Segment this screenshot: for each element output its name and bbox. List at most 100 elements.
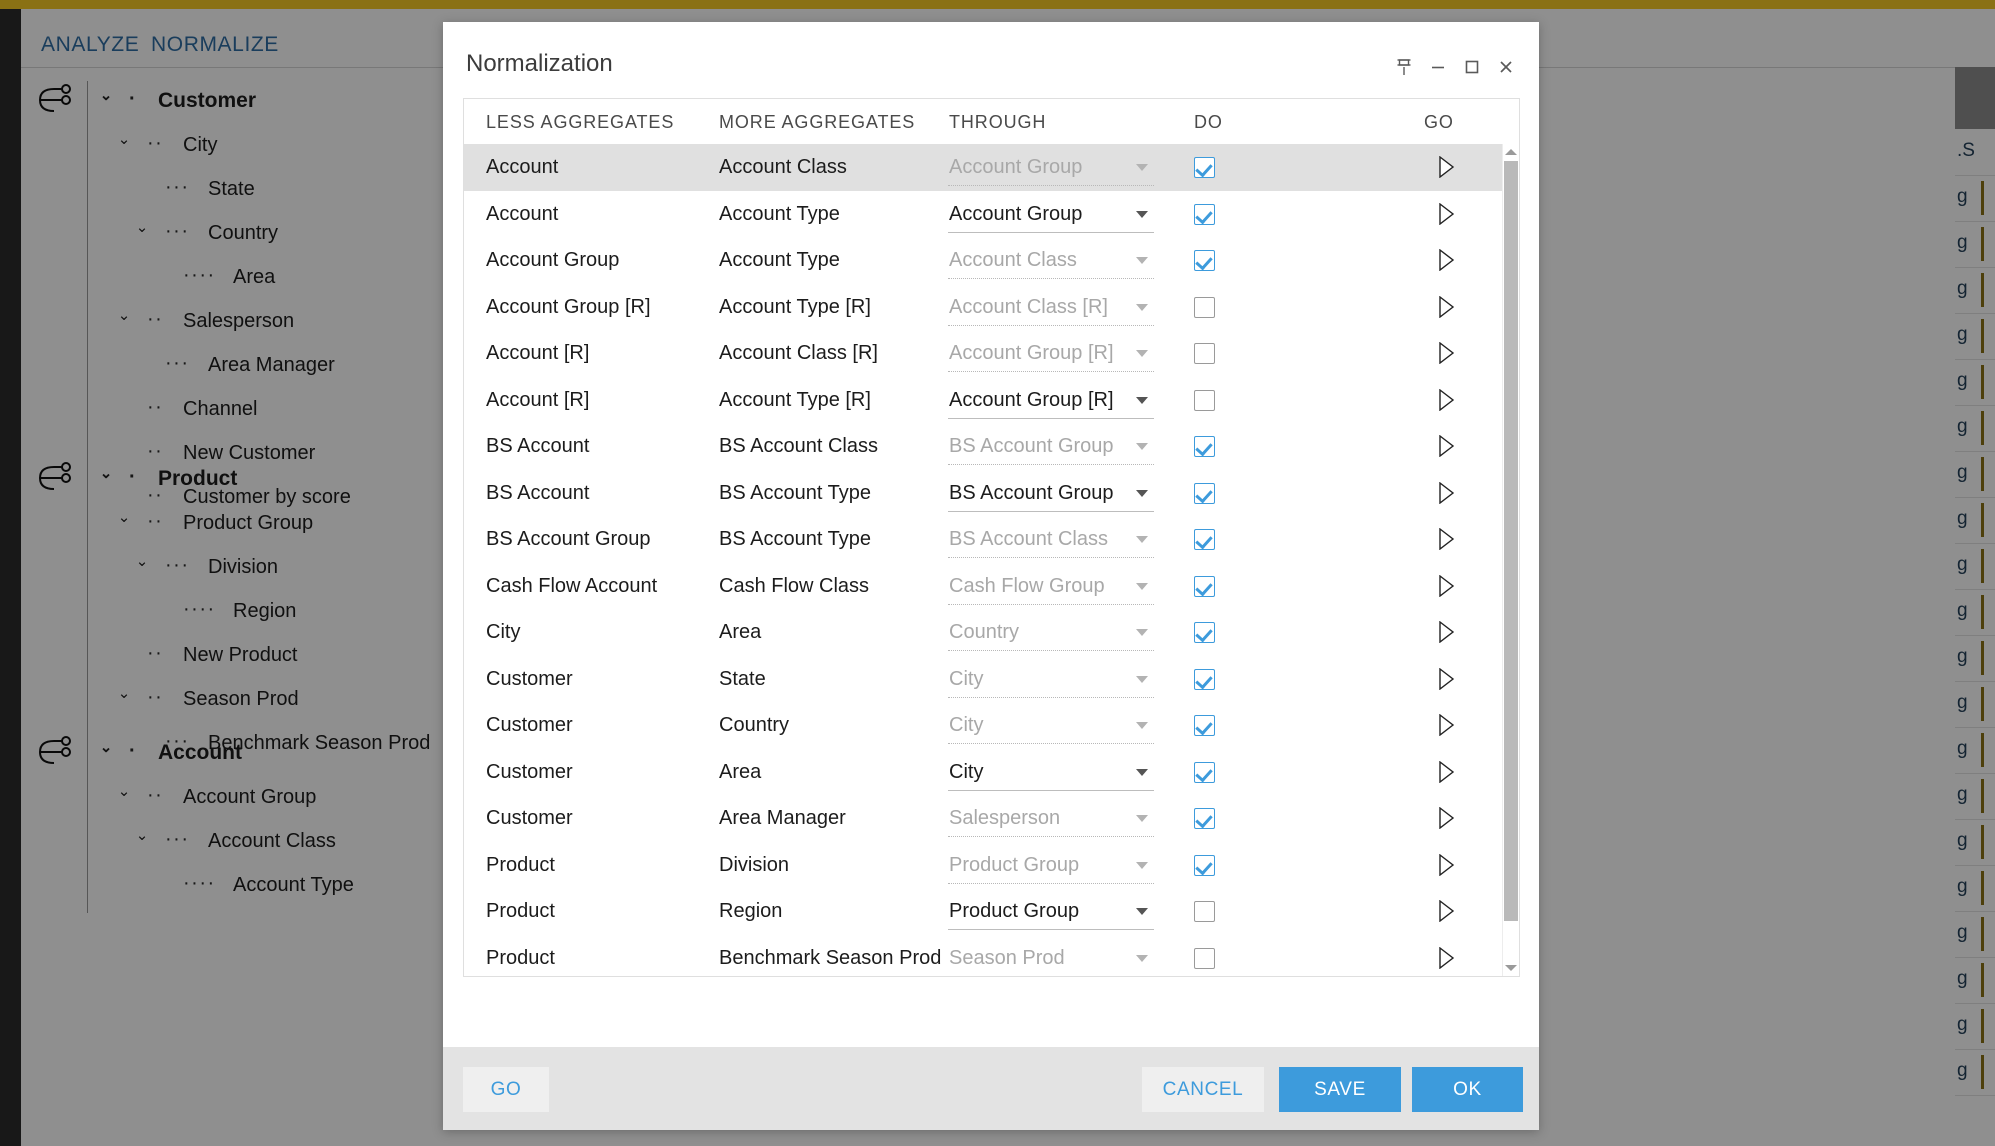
cell-more-aggregates: Area xyxy=(719,621,762,643)
do-checkbox[interactable] xyxy=(1194,575,1215,597)
do-checkbox[interactable] xyxy=(1194,436,1215,457)
play-triangle-icon[interactable] xyxy=(1424,435,1455,457)
table-row[interactable]: BS Account BS Account Type BS Account Grou… xyxy=(464,470,1503,517)
do-checkbox[interactable] xyxy=(1194,389,1215,411)
through-dropdown[interactable]: City xyxy=(948,711,1154,744)
scrollbar-thumb[interactable] xyxy=(1504,161,1518,921)
play-triangle-icon[interactable] xyxy=(1424,202,1455,225)
play-triangle-icon[interactable] xyxy=(1424,249,1455,271)
table-scrollbar[interactable] xyxy=(1502,144,1519,976)
play-triangle-icon[interactable] xyxy=(1424,156,1455,178)
do-checkbox[interactable] xyxy=(1194,157,1215,178)
through-dropdown-underline xyxy=(948,975,1154,976)
through-dropdown[interactable]: Account Group xyxy=(948,153,1154,186)
through-dropdown[interactable]: Account Class xyxy=(948,246,1154,279)
scroll-down-button[interactable] xyxy=(1503,960,1519,976)
do-checkbox[interactable] xyxy=(1194,808,1215,829)
scroll-up-button[interactable] xyxy=(1503,144,1519,160)
do-checkbox[interactable] xyxy=(1194,622,1215,643)
table-row[interactable]: Product Benchmark Season Prod Season Prod xyxy=(464,935,1503,976)
through-dropdown[interactable]: BS Account Group xyxy=(948,479,1154,512)
table-row[interactable]: Account Account Class Account Group xyxy=(464,144,1503,191)
save-button[interactable]: SAVE xyxy=(1279,1067,1401,1112)
table-row[interactable]: Account [R] Account Class [R] Account Grou… xyxy=(464,330,1503,377)
cell-more-aggregates: Account Type [R] xyxy=(719,388,871,411)
through-dropdown-value: Account Group [R] xyxy=(949,388,1114,411)
play-triangle-icon[interactable] xyxy=(1424,388,1455,411)
do-checkbox[interactable] xyxy=(1194,761,1215,783)
cell-less-aggregates: Product xyxy=(486,853,555,876)
close-icon[interactable] xyxy=(1489,52,1523,82)
do-checkbox[interactable] xyxy=(1194,250,1215,271)
play-triangle-icon[interactable] xyxy=(1424,760,1455,783)
play-triangle-icon[interactable] xyxy=(1424,853,1455,876)
play-triangle-icon[interactable] xyxy=(1424,574,1455,597)
normalization-dialog: Normalization LESS AGGREGATES MORE AGGRE… xyxy=(443,22,1539,1130)
do-checkbox[interactable] xyxy=(1194,203,1215,225)
table-row[interactable]: BS Account Group BS Account Type BS Accoun… xyxy=(464,516,1503,563)
do-checkbox[interactable] xyxy=(1194,343,1215,364)
through-dropdown[interactable]: Cash Flow Group xyxy=(948,572,1154,605)
table-row[interactable]: BS Account BS Account Class BS Account Gro… xyxy=(464,423,1503,470)
table-row[interactable]: Account Group Account Type Account Class xyxy=(464,237,1503,284)
table-row[interactable]: Cash Flow Account Cash Flow Class Cash Flo… xyxy=(464,563,1503,610)
cancel-button[interactable]: CANCEL xyxy=(1142,1067,1264,1112)
through-dropdown[interactable]: Product Group xyxy=(948,897,1154,930)
through-dropdown[interactable]: Country xyxy=(948,618,1154,651)
play-triangle-icon[interactable] xyxy=(1424,481,1455,504)
table-row[interactable]: Customer State City xyxy=(464,656,1503,703)
do-checkbox[interactable] xyxy=(1194,296,1215,318)
play-triangle-icon[interactable] xyxy=(1424,621,1455,643)
through-dropdown[interactable]: Account Group [R] xyxy=(948,386,1154,419)
table-row[interactable]: Product Region Product Group xyxy=(464,888,1503,935)
through-dropdown[interactable]: City xyxy=(948,758,1154,791)
app-accent-bar xyxy=(0,0,1995,9)
table-row[interactable]: Account [R] Account Type [R] Account Group… xyxy=(464,377,1503,424)
chevron-up-icon xyxy=(1505,149,1517,155)
do-checkbox[interactable] xyxy=(1194,482,1215,504)
do-checkbox[interactable] xyxy=(1194,901,1215,922)
play-triangle-icon[interactable] xyxy=(1424,528,1455,550)
through-dropdown[interactable]: BS Account Group xyxy=(948,432,1154,465)
table-row[interactable]: Customer Area Manager Salesperson xyxy=(464,795,1503,842)
through-dropdown-value: Cash Flow Group xyxy=(949,574,1105,597)
do-checkbox[interactable] xyxy=(1194,529,1215,550)
minimize-icon[interactable] xyxy=(1421,52,1455,82)
through-dropdown[interactable]: Account Group [R] xyxy=(948,339,1154,372)
through-dropdown[interactable]: Account Class [R] xyxy=(948,293,1154,326)
through-dropdown[interactable]: Account Group xyxy=(948,200,1154,233)
maximize-icon[interactable] xyxy=(1455,52,1489,82)
play-triangle-icon[interactable] xyxy=(1424,946,1455,969)
play-triangle-icon[interactable] xyxy=(1424,807,1455,829)
through-dropdown[interactable]: Salesperson xyxy=(948,804,1154,837)
table-row[interactable]: Account Group [R] Account Type [R] Account… xyxy=(464,284,1503,331)
play-triangle-icon[interactable] xyxy=(1424,714,1455,736)
cell-less-aggregates: Account Group xyxy=(486,249,620,271)
do-checkbox[interactable] xyxy=(1194,854,1215,876)
play-triangle-icon[interactable] xyxy=(1424,342,1455,364)
pin-icon[interactable] xyxy=(1387,52,1421,82)
through-dropdown[interactable]: Season Prod xyxy=(948,944,1154,976)
table-row[interactable]: Customer Area City xyxy=(464,749,1503,796)
table-row[interactable]: Account Account Type Account Group xyxy=(464,191,1503,238)
do-checkbox[interactable] xyxy=(1194,668,1215,690)
do-checkbox[interactable] xyxy=(1194,947,1215,969)
through-dropdown[interactable]: BS Account Class xyxy=(948,525,1154,558)
do-checkbox[interactable] xyxy=(1194,715,1215,736)
ok-button[interactable]: OK xyxy=(1412,1067,1523,1112)
through-dropdown[interactable]: Product Group xyxy=(948,851,1154,884)
through-dropdown[interactable]: City xyxy=(948,665,1154,698)
dialog-footer: GO CANCEL SAVE OK xyxy=(443,1047,1539,1130)
table-row[interactable]: Product Division Product Group xyxy=(464,842,1503,889)
chevron-down-icon xyxy=(1136,210,1148,218)
table-row[interactable]: Customer Country City xyxy=(464,702,1503,749)
chevron-down-icon xyxy=(1136,629,1148,636)
play-triangle-icon[interactable] xyxy=(1424,667,1455,690)
play-triangle-icon[interactable] xyxy=(1424,295,1455,318)
chevron-down-icon xyxy=(1136,582,1148,590)
play-triangle-icon[interactable] xyxy=(1424,900,1455,922)
through-dropdown-value: Country xyxy=(949,621,1020,643)
table-row[interactable]: City Area Country xyxy=(464,609,1503,656)
go-button[interactable]: GO xyxy=(463,1067,549,1112)
cell-less-aggregates: Account xyxy=(486,202,559,225)
